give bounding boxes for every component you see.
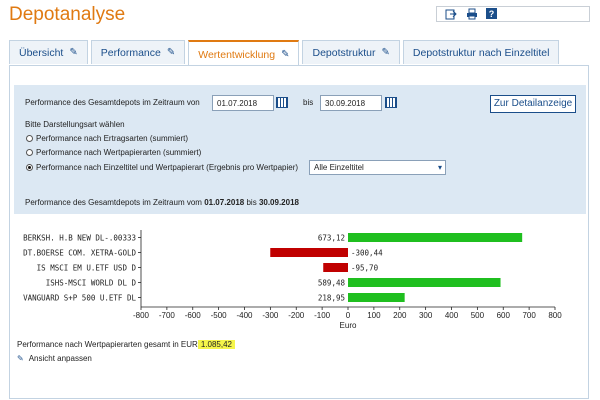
- x-tick-label: -300: [262, 311, 279, 320]
- summary-from: 01.07.2018: [204, 198, 245, 207]
- bar: [348, 293, 405, 302]
- option-label: Performance nach Wertpapierarten (summie…: [36, 148, 202, 157]
- tab-wertentwicklung[interactable]: Wertentwicklung ✎: [188, 40, 300, 67]
- x-tick-label: -200: [288, 311, 305, 320]
- summary-mid: bis: [246, 198, 257, 207]
- x-tick-label: 300: [419, 311, 433, 320]
- value-label: 673,12: [318, 234, 345, 243]
- x-tick-label: 700: [522, 311, 536, 320]
- x-tick-label: -500: [211, 311, 228, 320]
- export-icon[interactable]: [444, 7, 458, 21]
- x-tick-label: -700: [159, 311, 176, 320]
- print-icon[interactable]: [465, 7, 479, 21]
- category-label: DT.BOERSE COM. XETRA-GOLD: [23, 249, 136, 258]
- help-icon[interactable]: ?: [486, 8, 497, 19]
- pencil-icon: ✎: [166, 47, 176, 58]
- value-label: -300,44: [351, 249, 383, 258]
- pencil-icon: ✎: [69, 47, 78, 58]
- summary-text: Performance des Gesamtdepots im Zeitraum…: [25, 198, 299, 207]
- select-value: Alle Einzeltitel: [314, 163, 364, 172]
- total-value: 1.085,42: [197, 340, 235, 349]
- adjust-view-link[interactable]: ✎ Ansicht anpassen: [17, 354, 92, 363]
- display-type-label: Bitte Darstellungsart wählen: [25, 120, 125, 129]
- tab-depotstruktur[interactable]: Depotstruktur ✎: [302, 40, 400, 64]
- tab-label: Performance: [100, 46, 161, 59]
- tab-performance[interactable]: Performance ✎: [90, 40, 186, 64]
- bar: [323, 263, 348, 272]
- x-tick-label: -600: [185, 311, 202, 320]
- summary-to: 30.09.2018: [258, 198, 299, 207]
- total-label: Performance nach Wertpapierarten gesamt …: [17, 340, 198, 349]
- x-tick-label: 200: [393, 311, 407, 320]
- pencil-icon: ✎: [381, 47, 390, 58]
- x-tick-label: 500: [471, 311, 485, 320]
- tab-bar: Übersicht ✎ Performance ✎ Wertentwicklung ✎…: [9, 40, 562, 67]
- detail-view-button[interactable]: Zur Detailanzeige: [490, 95, 576, 113]
- toolbar: ?: [436, 6, 590, 22]
- total-performance: Performance nach Wertpapierarten gesamt …: [17, 340, 235, 349]
- category-label: ISHS-MSCI WORLD DL D: [46, 279, 137, 288]
- radio-ertragsarten[interactable]: [26, 135, 33, 142]
- tab-label: Übersicht: [19, 46, 64, 59]
- category-label: BERKSH. H.B NEW DL-.00333: [23, 234, 136, 243]
- bar: [348, 233, 523, 242]
- option-label: Performance nach Ertragsarten (summiert): [36, 134, 189, 143]
- value-label: 589,48: [318, 279, 346, 288]
- x-tick-label: 400: [445, 311, 459, 320]
- x-tick-label: 800: [548, 311, 562, 320]
- tab-label: Depotstruktur: [312, 46, 376, 59]
- calendar-icon[interactable]: [385, 97, 397, 108]
- einzeltitel-select[interactable]: Alle Einzeltitel ▾: [309, 160, 446, 175]
- x-tick-label: 100: [367, 311, 381, 320]
- tab-uebersicht[interactable]: Übersicht ✎: [9, 40, 88, 64]
- option-label: Performance nach Einzeltitel und Wertpap…: [36, 163, 299, 172]
- bar: [270, 248, 348, 257]
- x-tick-label: -400: [236, 311, 253, 320]
- calendar-icon[interactable]: [276, 97, 288, 108]
- value-label: -95,70: [351, 264, 379, 273]
- performance-chart: BERKSH. H.B NEW DL-.00333 673,12 DT.BOERSE…: [23, 230, 562, 330]
- pencil-icon: ✎: [281, 49, 290, 60]
- radio-einzeltitel[interactable]: [26, 164, 33, 171]
- x-tick-label: 600: [497, 311, 511, 320]
- page-title: Depotanalyse: [9, 4, 126, 25]
- tab-label: Depotstruktur nach Einzeltitel: [412, 46, 550, 59]
- to-label: bis: [303, 98, 314, 107]
- pencil-icon: ✎: [17, 354, 24, 363]
- adjust-view-label: Ansicht anpassen: [28, 354, 92, 363]
- x-axis-label: Euro: [340, 321, 357, 330]
- radio-wertpapierarten[interactable]: [26, 149, 33, 156]
- chevron-down-icon: ▾: [437, 163, 442, 172]
- tab-depotstruktur-einzeltitel[interactable]: Depotstruktur nach Einzeltitel: [402, 40, 560, 64]
- category-label: VANGUARD S+P 500 U.ETF DL: [23, 294, 136, 303]
- x-tick-label: -100: [314, 311, 331, 320]
- category-label: IS MSCI EM U.ETF USD D: [37, 264, 137, 273]
- from-date-input[interactable]: 01.07.2018: [212, 95, 274, 111]
- summary-prefix: Performance des Gesamtdepots im Zeitraum…: [25, 198, 202, 207]
- bar: [348, 278, 501, 287]
- period-label: Performance des Gesamtdepots im Zeitraum…: [25, 98, 200, 107]
- x-tick-label: 0: [346, 311, 351, 320]
- to-date-input[interactable]: 30.09.2018: [320, 95, 382, 111]
- tab-label: Wertentwicklung: [198, 48, 276, 61]
- x-tick-label: -800: [133, 311, 150, 320]
- value-label: 218,95: [318, 294, 345, 303]
